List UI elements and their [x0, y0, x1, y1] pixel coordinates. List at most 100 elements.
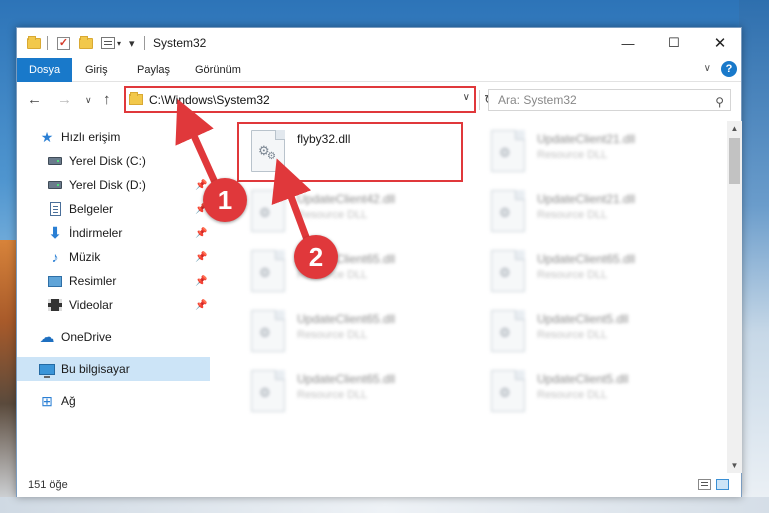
window-title: System32 [153, 36, 207, 50]
pin-icon[interactable]: 📌 [195, 228, 207, 239]
file-explorer-window: ✓ ▾ ▾ System32 — ☐ ✕ Dosya Giriş Paylaş … [16, 27, 742, 497]
sidebar-item-network[interactable]: ⊞ Ağ [17, 389, 210, 413]
chevron-down-icon[interactable]: ▾ [117, 35, 121, 51]
file-item[interactable]: ⚙ UpdateClient42.dll Resource DLL [239, 185, 464, 241]
dll-file-icon: ⚙ [491, 190, 525, 232]
properties-check-icon[interactable]: ✓ [57, 35, 70, 51]
back-button[interactable]: ← [27, 91, 42, 108]
forward-button[interactable]: → [57, 91, 72, 108]
sidebar-item-music[interactable]: ♪ Müzik 📌 [17, 245, 210, 269]
file-highlight-box [237, 122, 463, 182]
dll-file-icon: ⚙ [251, 370, 285, 412]
file-item[interactable]: ⚙ UpdateClient5.dll Resource DLL [479, 365, 704, 421]
download-icon: ⬇ [48, 225, 62, 242]
sidebar-item-documents[interactable]: Belgeler 📌 [17, 197, 210, 221]
toolbar-separator [47, 36, 48, 50]
file-type: Resource DLL [297, 209, 368, 221]
desktop-background-bottom [0, 497, 769, 513]
customize-toolbar-icon[interactable]: ▾ [129, 35, 135, 51]
dll-file-icon: ⚙ [491, 250, 525, 292]
file-item[interactable]: ⚙ UpdateClient21.dll Resource DLL [479, 185, 704, 241]
sidebar-item-videos[interactable]: Videolar 📌 [17, 293, 210, 317]
desktop-background-right [739, 0, 769, 513]
help-icon[interactable]: ? [721, 61, 737, 77]
sidebar-item-label: Resimler [69, 274, 117, 288]
file-item[interactable]: ⚙ UpdateClient5.dll Resource DLL [479, 305, 704, 361]
minimize-button[interactable]: — [605, 28, 651, 58]
file-type: Resource DLL [537, 389, 608, 401]
drive-icon [47, 177, 63, 193]
recent-locations-button[interactable]: ∨ [85, 95, 92, 106]
tab-file[interactable]: Dosya [17, 58, 73, 82]
file-type: Resource DLL [537, 149, 608, 161]
maximize-button[interactable]: ☐ [651, 28, 697, 58]
pin-icon[interactable]: 📌 [195, 276, 207, 287]
dll-file-icon: ⚙ [491, 310, 525, 352]
sidebar-item-label: Ağ [61, 394, 76, 408]
sidebar-item-onedrive[interactable]: ☁ OneDrive [17, 325, 210, 349]
step-badge-1: 1 [203, 178, 247, 222]
chevron-down-icon[interactable]: ∨ [463, 92, 470, 103]
file-item[interactable]: ⚙ UpdateClient65.dll Resource DLL [239, 245, 464, 301]
pin-icon[interactable]: 📌 [195, 252, 207, 263]
tab-share[interactable]: Paylaş [127, 58, 180, 82]
expand-ribbon-icon[interactable]: ∨ [704, 63, 711, 74]
navigation-bar: ← → ∨ ↑ C:\Windows\System32 ∨ ↻ Ara: Sys… [17, 83, 741, 117]
sidebar-item-local-disk-d[interactable]: Yerel Disk (D:) 📌 [17, 173, 210, 197]
dll-file-icon: ⚙ [251, 250, 285, 292]
file-item[interactable]: ⚙ UpdateClient65.dll Resource DLL [479, 245, 704, 301]
properties-icon[interactable] [101, 35, 115, 51]
scroll-down-icon[interactable]: ▼ [727, 458, 742, 473]
sidebar-item-label: Hızlı erişim [61, 130, 121, 144]
file-type: Resource DLL [297, 389, 368, 401]
search-placeholder: Ara: System32 [498, 93, 577, 107]
step-badge-2: 2 [294, 235, 338, 279]
dll-file-icon: ⚙ [251, 310, 285, 352]
ribbon-tabs: Dosya Giriş Paylaş Görünüm ∨ ? [17, 58, 741, 82]
close-button[interactable]: ✕ [697, 28, 743, 58]
large-icons-view-icon[interactable] [716, 479, 729, 490]
dll-file-icon: ⚙ [491, 370, 525, 412]
folder-icon [129, 92, 143, 105]
up-button[interactable]: ↑ [103, 91, 111, 108]
music-icon: ♪ [51, 249, 59, 265]
vertical-scrollbar[interactable]: ▲ ▼ [727, 121, 742, 473]
file-name: UpdateClient65.dll [297, 372, 396, 386]
file-type: Resource DLL [537, 209, 608, 221]
file-item[interactable]: ⚙ UpdateClient21.dll Resource DLL [479, 125, 704, 181]
pin-icon[interactable]: 📌 [195, 300, 207, 311]
sidebar-item-downloads[interactable]: ⬇ İndirmeler 📌 [17, 221, 210, 245]
details-view-icon[interactable] [698, 479, 711, 490]
documents-icon [47, 201, 63, 217]
tab-home[interactable]: Giriş [75, 58, 118, 82]
sidebar-item-quick-access[interactable]: ★ Hızlı erişim [17, 125, 210, 149]
sidebar-item-label: Müzik [69, 250, 101, 264]
address-path: C:\Windows\System32 [149, 92, 270, 107]
navigation-pane: ★ Hızlı erişim Yerel Disk (C:) Yerel Dis… [17, 121, 210, 473]
desktop-background-left [0, 240, 16, 513]
address-bar[interactable]: C:\Windows\System32 ∨ [124, 86, 476, 113]
sidebar-item-local-disk-c[interactable]: Yerel Disk (C:) [17, 149, 210, 173]
sidebar-item-this-pc[interactable]: Bu bilgisayar [17, 357, 210, 381]
file-name: UpdateClient5.dll [537, 372, 629, 386]
dll-file-icon: ⚙ [251, 190, 285, 232]
videos-icon [47, 297, 63, 313]
item-count: 151 öğe [28, 479, 68, 491]
sidebar-item-label: Yerel Disk (D:) [69, 178, 146, 192]
file-name: UpdateClient65.dll [537, 252, 636, 266]
scroll-up-icon[interactable]: ▲ [727, 121, 742, 136]
sidebar-item-pictures[interactable]: Resimler 📌 [17, 269, 210, 293]
folder-icon [27, 35, 41, 51]
tab-view[interactable]: Görünüm [185, 58, 251, 82]
star-icon: ★ [40, 128, 54, 145]
new-folder-icon[interactable] [79, 35, 93, 51]
computer-icon [39, 361, 55, 378]
file-item[interactable]: ⚙ UpdateClient65.dll Resource DLL [239, 365, 464, 421]
sidebar-item-label: OneDrive [61, 330, 112, 344]
file-name: UpdateClient21.dll [537, 132, 636, 146]
file-item[interactable]: ⚙ UpdateClient65.dll Resource DLL [239, 305, 464, 361]
search-input[interactable]: Ara: System32 ⚲ [488, 89, 731, 111]
scrollbar-thumb[interactable] [729, 138, 740, 184]
file-name: UpdateClient42.dll [297, 192, 396, 206]
sidebar-item-label: Belgeler [69, 202, 114, 216]
